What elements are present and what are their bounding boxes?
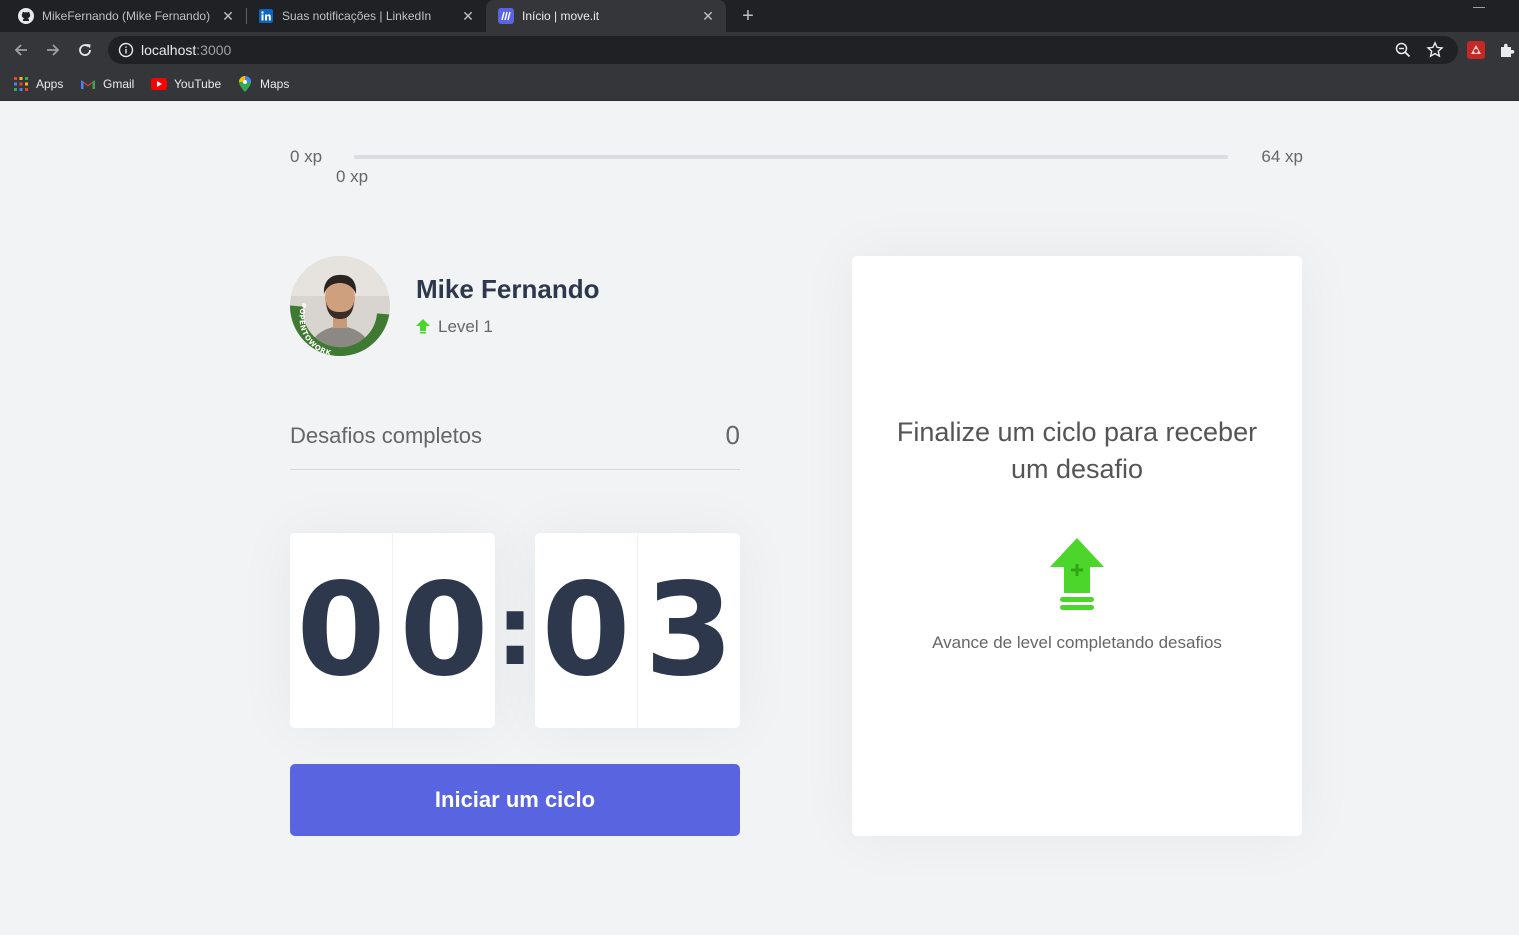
extension-icon[interactable] bbox=[1467, 41, 1485, 59]
youtube-icon bbox=[151, 76, 167, 92]
bookmark-maps[interactable]: Maps bbox=[237, 74, 289, 94]
forward-button[interactable] bbox=[41, 38, 65, 62]
bookmark-youtube[interactable]: YouTube bbox=[151, 74, 221, 94]
profile-name: Mike Fernando bbox=[416, 274, 600, 304]
experience-bar: 0 xp 0 xp 64 xp bbox=[290, 144, 1303, 186]
browser-toolbar: localhost:3000 bbox=[0, 32, 1519, 68]
close-icon[interactable]: ✕ bbox=[700, 8, 716, 24]
info-icon[interactable] bbox=[118, 42, 134, 58]
reload-icon bbox=[79, 44, 91, 56]
new-tab-button[interactable]: + bbox=[736, 4, 760, 28]
xp-min-label: 0 xp bbox=[290, 147, 323, 166]
github-icon bbox=[18, 8, 34, 24]
second-digit: 0 bbox=[535, 533, 638, 728]
url-host: localhost bbox=[141, 42, 197, 58]
tab-title: MikeFernando (Mike Fernando) bbox=[42, 9, 211, 23]
xp-current-label: 0 xp bbox=[336, 167, 369, 186]
challenge-description: Avance de level completando desafios bbox=[932, 633, 1222, 652]
tab-github[interactable]: MikeFernando (Mike Fernando) ✕ bbox=[0, 0, 246, 32]
gmail-icon bbox=[80, 76, 96, 92]
address-bar[interactable]: localhost:3000 bbox=[108, 36, 1458, 64]
level-text: Level 1 bbox=[438, 317, 493, 336]
bookmark-apps[interactable]: Apps bbox=[13, 74, 63, 94]
xp-max-label: 64 xp bbox=[1261, 147, 1303, 166]
completed-count: 0 bbox=[725, 420, 740, 450]
close-icon[interactable]: ✕ bbox=[220, 8, 236, 24]
close-icon[interactable]: ✕ bbox=[460, 8, 476, 24]
arrow-right-icon bbox=[47, 44, 60, 56]
completed-challenges: Desafios completos 0 bbox=[290, 418, 740, 470]
linkedin-icon bbox=[258, 8, 274, 24]
start-cycle-button[interactable]: Iniciar um ciclo bbox=[290, 764, 740, 836]
maps-icon bbox=[237, 76, 253, 92]
reload-button[interactable] bbox=[73, 38, 97, 62]
tab-linkedin[interactable]: Suas notificações | LinkedIn ✕ bbox=[248, 0, 486, 32]
puzzle-extensions-icon[interactable] bbox=[1498, 41, 1516, 59]
apps-grid-icon bbox=[13, 76, 29, 92]
xp-progress-track bbox=[354, 155, 1228, 159]
avatar: #OPENTOWORK bbox=[290, 256, 390, 356]
browser-tabstrip: MikeFernando (Mike Fernando) ✕ Suas noti… bbox=[0, 0, 1519, 32]
url-port: :3000 bbox=[196, 42, 232, 58]
bookmark-label: YouTube bbox=[174, 77, 222, 91]
countdown-minutes: 0 0 bbox=[290, 533, 495, 728]
minimize-icon[interactable] bbox=[1473, 0, 1485, 8]
tab-moveit[interactable]: Início | move.it ✕ bbox=[486, 0, 726, 32]
arrow-left-icon bbox=[14, 44, 27, 56]
tab-title: Início | move.it bbox=[522, 9, 600, 23]
countdown-colon: : bbox=[495, 574, 535, 687]
back-button[interactable] bbox=[9, 38, 33, 62]
bookmark-gmail[interactable]: Gmail bbox=[80, 74, 134, 94]
challenge-box: Finalize um ciclo para receber um desafi… bbox=[852, 256, 1302, 836]
profile-level: Level 1 bbox=[416, 317, 493, 337]
second-digit: 3 bbox=[644, 556, 734, 705]
bookmark-label: Apps bbox=[36, 77, 64, 91]
moveit-icon bbox=[498, 8, 514, 24]
minute-digit: 0 bbox=[290, 533, 393, 728]
bookmarks-bar: Apps Gmail YouTube Maps bbox=[0, 68, 1519, 101]
countdown-seconds: 0 3 bbox=[535, 533, 740, 728]
countdown: 0 0 : 0 3 bbox=[290, 533, 740, 728]
level-up-icon bbox=[416, 319, 430, 334]
star-icon[interactable] bbox=[1426, 41, 1444, 59]
zoom-icon[interactable] bbox=[1394, 41, 1412, 59]
tab-separator bbox=[246, 8, 247, 24]
challenge-title: Finalize um ciclo para receber um desafi… bbox=[896, 417, 1258, 484]
level-up-arrow-icon bbox=[1050, 538, 1104, 610]
bookmark-label: Maps bbox=[260, 77, 290, 91]
completed-label: Desafios completos bbox=[290, 423, 482, 448]
minute-digit: 0 bbox=[399, 556, 489, 705]
url-text: localhost:3000 bbox=[141, 42, 231, 58]
tab-title: Suas notificações | LinkedIn bbox=[282, 9, 432, 23]
profile: #OPENTOWORK Mike Fernando Level 1 bbox=[290, 256, 740, 356]
bookmark-label: Gmail bbox=[103, 77, 135, 91]
